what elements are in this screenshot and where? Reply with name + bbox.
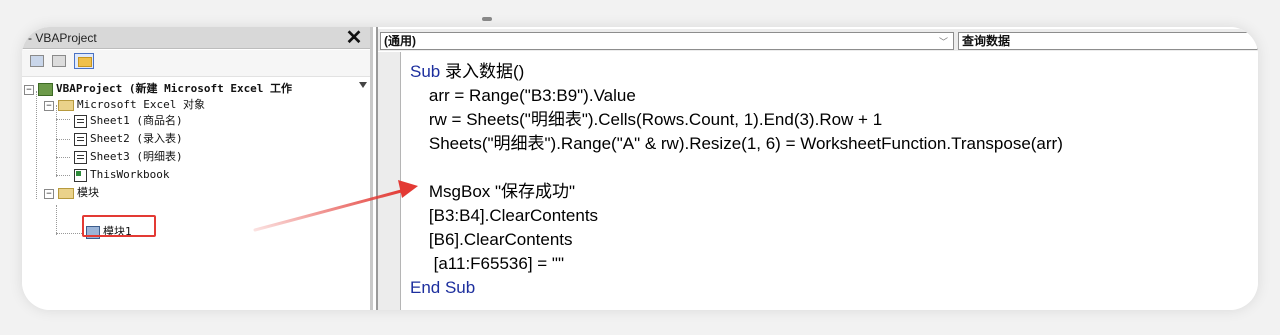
object-dropdown-value: (通用) [384, 34, 416, 48]
collapse-icon[interactable]: − [24, 85, 34, 95]
tree-item-label: Sheet3 (明细表) [90, 150, 183, 163]
code-text: [B6].ClearContents [410, 230, 573, 249]
view-object-button[interactable] [52, 55, 66, 67]
folder-icon [78, 57, 92, 67]
code-margin [378, 52, 401, 310]
collapse-icon[interactable]: − [44, 101, 54, 111]
tree-item-label: Sheet2 (录入表) [90, 132, 183, 145]
explorer-title: - VBAProject ✕ [22, 27, 370, 49]
vba-project-icon [38, 82, 53, 96]
code-text: rw = Sheets("明细表").Cells(Rows.Count, 1).… [410, 110, 883, 129]
code-line[interactable]: rw = Sheets("明细表").Cells(Rows.Count, 1).… [410, 109, 882, 131]
tree-item-label: 模块 [77, 186, 99, 199]
toggle-folders-button[interactable] [74, 53, 94, 69]
module-highlight-box [82, 215, 156, 237]
project-tree: − VBAProject (新建 Microsoft Excel 工作 − Mi… [22, 79, 370, 309]
collapse-icon[interactable]: − [44, 189, 54, 199]
workbook-icon [74, 168, 87, 182]
code-line[interactable]: [a11:F65536] = "" [410, 253, 564, 275]
tree-item-label: Microsoft Excel 对象 [77, 98, 205, 111]
tree-connector [56, 233, 82, 234]
worksheet-icon [74, 150, 87, 164]
tree-connector [56, 157, 70, 158]
tree-connector [56, 139, 70, 140]
code-text: [B3:B4].ClearContents [410, 206, 599, 225]
tree-item-label: VBAProject (新建 Microsoft Excel 工作 [56, 82, 293, 95]
code-text: Sheets("明细表").Range("A" & rw).Resize(1, … [410, 134, 1063, 153]
keyword: Sub [410, 62, 445, 81]
tree-item-label: Sheet1 (商品名) [90, 114, 183, 127]
vbe-window: - VBAProject ✕ − VBAProject (新建 Microsof… [22, 27, 1258, 310]
code-line[interactable]: End Sub [410, 277, 475, 299]
worksheet-icon [74, 114, 87, 128]
explorer-title-text: - VBAProject [28, 31, 97, 45]
close-icon[interactable]: ✕ [344, 27, 364, 49]
combo-bar: (通用) ﹀ 查询数据 [378, 29, 1258, 51]
code-text: arr = Range("B3:B9").Value [410, 86, 636, 105]
project-explorer: - VBAProject ✕ − VBAProject (新建 Microsof… [22, 27, 370, 310]
folder-icon [58, 99, 74, 111]
keyword: End Sub [410, 278, 476, 297]
tree-item-sheet2[interactable]: Sheet2 (录入表) [74, 131, 183, 147]
object-dropdown[interactable]: (通用) ﹀ [380, 32, 954, 50]
tree-connector [56, 205, 57, 235]
procedure-dropdown[interactable]: 查询数据 [958, 32, 1258, 50]
folder-icon [58, 187, 74, 199]
tree-connector [56, 105, 57, 177]
explorer-toolbar [22, 50, 370, 88]
tree-item-thisworkbook[interactable]: ThisWorkbook [74, 167, 169, 183]
tree-connector [56, 175, 70, 176]
chevron-down-icon[interactable]: ﹀ [939, 34, 948, 50]
code-line[interactable]: [B6].ClearContents [410, 229, 573, 251]
tree-item-sheet1[interactable]: Sheet1 (商品名) [74, 113, 183, 129]
code-line[interactable]: Sheets("明细表").Range("A" & rw).Resize(1, … [410, 133, 1063, 155]
code-line[interactable]: arr = Range("B3:B9").Value [410, 85, 636, 107]
view-code-button[interactable] [30, 55, 44, 67]
code-line[interactable]: MsgBox "保存成功" [410, 181, 575, 203]
tree-item-label: ThisWorkbook [90, 168, 170, 181]
tree-item-sheet3[interactable]: Sheet3 (明细表) [74, 149, 183, 165]
code-text: MsgBox "保存成功" [410, 182, 576, 201]
pane-splitter[interactable] [370, 27, 373, 310]
procedure-dropdown-value: 查询数据 [962, 34, 1011, 48]
tree-connector [56, 119, 70, 120]
code-line[interactable]: [B3:B4].ClearContents [410, 205, 598, 227]
code-text: 录入数据() [444, 62, 525, 81]
tree-connector [36, 91, 37, 199]
worksheet-icon [74, 132, 87, 146]
window-notch [482, 17, 492, 21]
code-line[interactable]: Sub 录入数据() [410, 61, 524, 83]
code-text: [a11:F65536] = "" [410, 254, 564, 273]
code-window: (通用) ﹀ 查询数据 Sub 录入数据() arr = Range("B3:B… [378, 27, 1258, 310]
